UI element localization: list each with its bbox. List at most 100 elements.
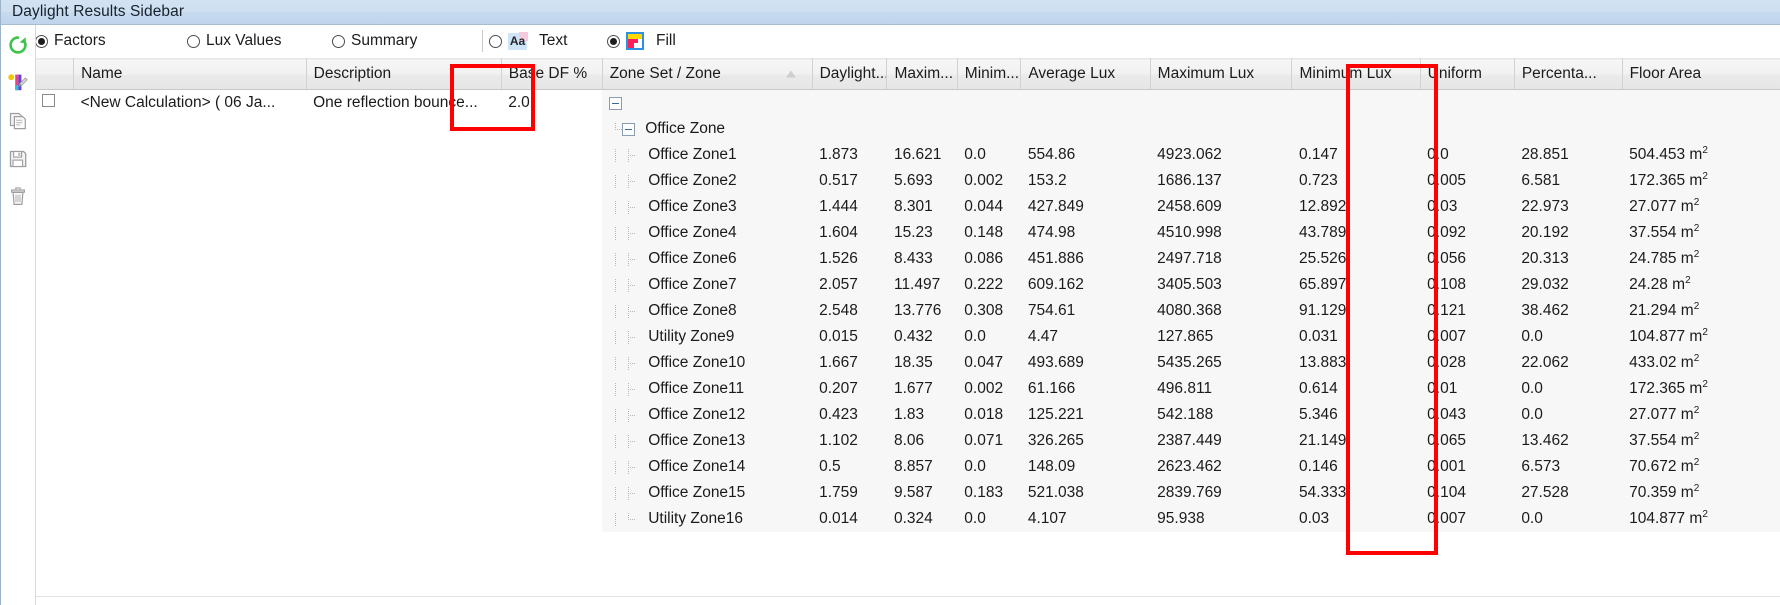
tree-group-cell[interactable]: Office Zone (602, 116, 813, 142)
results-grid[interactable]: Name Description Base DF % Zone Set / Zo… (35, 58, 1780, 605)
table-row[interactable]: Office Zone10 1.667 18.35 0.047 493.689 5435.… (35, 350, 1780, 376)
calculation-checkbox-cell[interactable] (35, 89, 74, 116)
tree-leaf-cell[interactable]: Office Zone11 (602, 376, 813, 402)
tree-leaf-cell[interactable]: Office Zone4 (602, 220, 813, 246)
tree-line-icon (609, 512, 622, 526)
column-header-maximum[interactable]: Maxim... (886, 58, 958, 90)
column-header-maximum-lux[interactable]: Maximum Lux (1150, 58, 1293, 90)
tree-leaf-cell[interactable]: Office Zone8 (602, 298, 813, 324)
tree-line-icon (609, 174, 622, 188)
radio-text[interactable]: Aa Text (489, 31, 607, 50)
column-header-name[interactable]: Name (73, 58, 307, 90)
cell-average-lux: 427.849 (1020, 194, 1151, 220)
column-header-minimum[interactable]: Minim... (957, 58, 1022, 90)
cell-daylight: 0.207 (812, 376, 887, 402)
calculation-checkbox[interactable] (42, 94, 55, 107)
cell-percentage: 0.0 (1514, 402, 1623, 428)
tree-leaf-cell[interactable]: Office Zone12 (602, 402, 813, 428)
tree-leaf-cell[interactable]: Office Zone15 (602, 480, 813, 506)
cell-maximum-lux: 2387.449 (1150, 428, 1292, 454)
save-icon[interactable] (5, 145, 31, 173)
table-row[interactable]: Utility Zone9 0.015 0.432 0.0 4.47 127.865 0.0… (35, 324, 1780, 350)
table-row[interactable]: Utility Zone16 0.014 0.324 0.0 4.107 95.938 0.… (35, 506, 1780, 532)
tree-branch-icon (622, 278, 636, 292)
empty-cell (812, 116, 887, 142)
table-row[interactable]: Office Zone7 2.057 11.497 0.222 609.162 3405.… (35, 272, 1780, 298)
delete-icon[interactable] (5, 183, 31, 211)
empty-cell (73, 246, 307, 272)
tree-leaf-cell[interactable]: Utility Zone16 (602, 506, 813, 532)
radio-factors-indicator[interactable] (35, 34, 48, 48)
table-row[interactable]: Office Zone12 0.423 1.83 0.018 125.221 542.18… (35, 402, 1780, 428)
floor-area-value: 24.785 m (1629, 250, 1694, 268)
floor-area-value: 27.077 m (1629, 406, 1694, 424)
radio-lux-values[interactable]: Lux Values (187, 32, 332, 50)
tree-collapse-root-icon[interactable] (609, 96, 623, 110)
tree-leaf-cell[interactable]: Utility Zone9 (602, 324, 813, 350)
cell-minimum: 0.222 (957, 272, 1021, 298)
cell-minimum: 0.071 (957, 428, 1021, 454)
radio-fill-indicator[interactable] (607, 34, 620, 48)
table-row[interactable]: Office Zone8 2.548 13.776 0.308 754.61 4080.3… (35, 298, 1780, 324)
zone-label: Utility Zone9 (648, 328, 735, 345)
cell-maximum-lux: 542.188 (1150, 402, 1292, 428)
column-header-minimum-lux[interactable]: Minimum Lux (1291, 58, 1421, 90)
tree-leaf-cell[interactable]: Office Zone7 (602, 272, 813, 298)
floor-area-unit-exponent: 2 (1693, 457, 1700, 469)
radio-fill[interactable]: Fill (607, 32, 717, 50)
cell-daylight: 1.604 (812, 220, 887, 246)
display-options-toolbar: Factors Lux Values Summary Aa Text Fill (1, 25, 1780, 58)
empty-cell (501, 246, 603, 272)
column-header-base-df[interactable]: Base DF % (501, 58, 603, 90)
tree-line-icon (609, 356, 622, 370)
tree-leaf-cell[interactable]: Office Zone13 (602, 428, 813, 454)
column-header-uniform[interactable]: Uniform (1420, 58, 1515, 90)
tree-leaf-cell[interactable]: Office Zone6 (602, 246, 813, 272)
column-header-average-lux[interactable]: Average Lux (1020, 58, 1151, 90)
tree-leaf-cell[interactable]: Office Zone1 (602, 142, 813, 168)
tree-leaf-cell[interactable]: Office Zone3 (602, 194, 813, 220)
table-row[interactable]: Office Zone13 1.102 8.06 0.071 326.265 2387.4… (35, 428, 1780, 454)
table-row[interactable]: Office Zone6 1.526 8.433 0.086 451.886 2497.7… (35, 246, 1780, 272)
table-row-zone-group[interactable]: Office Zone (35, 116, 1780, 142)
window-titlebar: Daylight Results Sidebar (1, 0, 1780, 25)
radio-summary[interactable]: Summary (332, 32, 478, 50)
column-header-daylight[interactable]: Daylight... (812, 58, 888, 90)
color-pen-icon[interactable] (5, 69, 31, 97)
column-header-description[interactable]: Description (306, 58, 502, 90)
table-row[interactable]: Office Zone11 0.207 1.677 0.002 61.166 496.81… (35, 376, 1780, 402)
cell-minimum: 0.0 (957, 506, 1021, 532)
copy-icon[interactable] (5, 107, 31, 135)
column-header-floor-area[interactable]: Floor Area (1622, 58, 1780, 90)
empty-cell (306, 298, 502, 324)
tree-root-cell[interactable] (602, 89, 813, 116)
table-row[interactable]: Office Zone1 1.873 16.621 0.0 554.86 4923.062… (35, 142, 1780, 168)
empty-cell (306, 480, 502, 506)
column-header-zone-set-zone[interactable]: Zone Set / Zone (602, 58, 813, 90)
column-header-check[interactable] (35, 58, 75, 90)
empty-cell (73, 298, 307, 324)
table-row[interactable]: Office Zone2 0.517 5.693 0.002 153.2 1686.137… (35, 168, 1780, 194)
tree-branch-icon (622, 408, 636, 422)
table-row[interactable]: Office Zone15 1.759 9.587 0.183 521.038 2839.… (35, 480, 1780, 506)
cell-minimum-lux: 0.723 (1291, 168, 1421, 194)
tree-leaf-cell[interactable]: Office Zone14 (602, 454, 813, 480)
sidebar-icon-rail (1, 25, 36, 605)
radio-factors[interactable]: Factors (35, 32, 187, 50)
table-row[interactable]: Office Zone4 1.604 15.23 0.148 474.98 4510.99… (35, 220, 1780, 246)
cell-maximum-lux: 4923.062 (1150, 142, 1292, 168)
tree-leaf-cell[interactable]: Office Zone10 (602, 350, 813, 376)
radio-summary-indicator[interactable] (332, 34, 345, 48)
cell-minimum: 0.308 (957, 298, 1021, 324)
table-row[interactable]: Office Zone3 1.444 8.301 0.044 427.849 2458.6… (35, 194, 1780, 220)
radio-lux-values-indicator[interactable] (187, 34, 200, 48)
tree-leaf-cell[interactable]: Office Zone2 (602, 168, 813, 194)
tree-collapse-group-icon[interactable] (622, 122, 636, 136)
column-header-percentage[interactable]: Percenta... (1514, 58, 1623, 90)
table-row-calculation[interactable]: <New Calculation> ( 06 Ja... One reflect… (35, 89, 1780, 116)
empty-cell (73, 428, 307, 454)
radio-text-indicator[interactable] (489, 34, 502, 48)
refresh-icon[interactable] (5, 31, 31, 59)
table-row[interactable]: Office Zone14 0.5 8.857 0.0 148.09 2623.462 0.… (35, 454, 1780, 480)
floor-area-unit-exponent: 2 (1702, 379, 1708, 391)
